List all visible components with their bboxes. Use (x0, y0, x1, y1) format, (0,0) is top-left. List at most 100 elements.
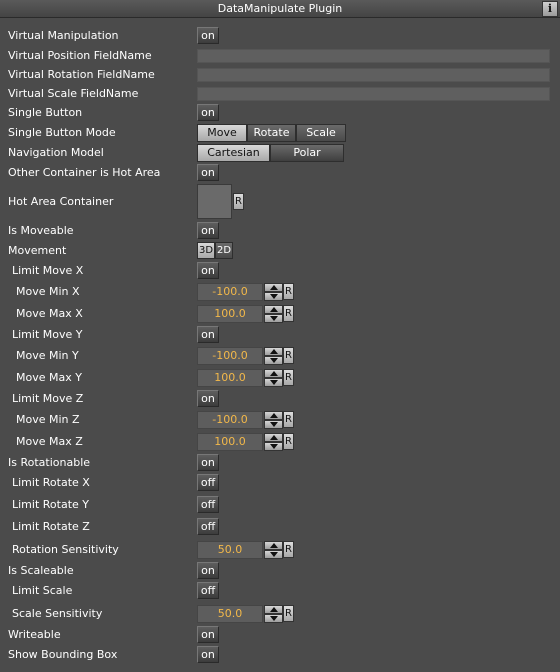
is-scaleable-toggle[interactable]: on (197, 562, 219, 579)
window-title: DataManipulate Plugin (217, 2, 343, 15)
writeable-label: Writeable (8, 628, 61, 641)
move-min-x-label: Move Min X (16, 285, 80, 298)
spin-down-icon[interactable] (264, 314, 283, 323)
mode-scale-button[interactable]: Scale (296, 124, 346, 142)
spin-down-icon[interactable] (264, 614, 283, 623)
movement-3d-button[interactable]: 3D (197, 242, 215, 259)
rotation-sensitivity-label: Rotation Sensitivity (12, 543, 119, 556)
limit-rotate-y-label: Limit Rotate Y (12, 498, 89, 511)
move-min-x-input[interactable]: -100.0 (197, 283, 263, 301)
spin-down-icon[interactable] (264, 442, 283, 451)
mode-rotate-button[interactable]: Rotate (247, 124, 296, 142)
single-button-toggle[interactable]: on (197, 104, 219, 121)
is-rotationable-label: Is Rotationable (8, 456, 91, 469)
show-bounding-box-toggle[interactable]: on (197, 646, 219, 663)
nav-polar-button[interactable]: Polar (270, 144, 344, 162)
is-moveable-toggle[interactable]: on (197, 222, 219, 239)
move-max-y-reset-button[interactable]: R (283, 369, 294, 386)
scale-sensitivity-reset-button[interactable]: R (283, 605, 294, 622)
spin-up-icon[interactable] (264, 605, 283, 614)
spin-up-icon[interactable] (264, 369, 283, 378)
single-button-label: Single Button (8, 106, 83, 119)
virtual-rotation-label: Virtual Rotation FieldName (8, 68, 155, 81)
hot-area-container-dropzone[interactable] (197, 184, 232, 219)
move-max-x-reset-button[interactable]: R (283, 305, 294, 322)
limit-scale-label: Limit Scale (12, 584, 73, 597)
move-min-y-reset-button[interactable]: R (283, 347, 294, 364)
limit-move-y-toggle[interactable]: on (197, 326, 219, 343)
rotation-sensitivity-input[interactable]: 50.0 (197, 541, 263, 559)
movement-2d-button[interactable]: 2D (215, 242, 233, 259)
virtual-scale-field[interactable] (197, 87, 550, 101)
move-max-x-input[interactable]: 100.0 (197, 305, 263, 323)
virtual-rotation-field[interactable] (197, 68, 550, 82)
move-min-x-reset-button[interactable]: R (283, 283, 294, 300)
spin-up-icon[interactable] (264, 305, 283, 314)
move-max-z-reset-button[interactable]: R (283, 433, 294, 450)
navigation-model-label: Navigation Model (8, 146, 104, 159)
scale-sensitivity-input[interactable]: 50.0 (197, 605, 263, 623)
move-max-z-label: Move Max Z (16, 435, 83, 448)
spin-down-icon[interactable] (264, 356, 283, 365)
single-button-mode-label: Single Button Mode (8, 126, 116, 139)
is-rotationable-toggle[interactable]: on (197, 454, 219, 471)
nav-cartesian-button[interactable]: Cartesian (197, 144, 270, 162)
move-min-y-spinner[interactable] (264, 347, 283, 365)
move-max-x-label: Move Max X (16, 307, 83, 320)
spin-up-icon[interactable] (264, 541, 283, 550)
move-max-z-spinner[interactable] (264, 433, 283, 451)
is-moveable-label: Is Moveable (8, 224, 74, 237)
move-min-y-input[interactable]: -100.0 (197, 347, 263, 365)
limit-rotate-z-label: Limit Rotate Z (12, 520, 90, 533)
limit-rotate-x-toggle[interactable]: off (197, 474, 219, 491)
move-max-y-label: Move Max Y (16, 371, 82, 384)
spin-up-icon[interactable] (264, 411, 283, 420)
spin-up-icon[interactable] (264, 347, 283, 356)
move-max-x-spinner[interactable] (264, 305, 283, 323)
move-min-z-spinner[interactable] (264, 411, 283, 429)
spin-down-icon[interactable] (264, 378, 283, 387)
move-max-y-spinner[interactable] (264, 369, 283, 387)
move-min-z-input[interactable]: -100.0 (197, 411, 263, 429)
limit-move-y-label: Limit Move Y (12, 328, 83, 341)
spin-down-icon[interactable] (264, 420, 283, 429)
virtual-scale-label: Virtual Scale FieldName (8, 87, 139, 100)
rotation-sensitivity-spinner[interactable] (264, 541, 283, 559)
limit-move-x-toggle[interactable]: on (197, 262, 219, 279)
mode-move-button[interactable]: Move (197, 124, 247, 142)
move-min-z-label: Move Min Z (16, 413, 80, 426)
virtual-position-label: Virtual Position FieldName (8, 49, 152, 62)
spin-up-icon[interactable] (264, 433, 283, 442)
spin-up-icon[interactable] (264, 283, 283, 292)
limit-move-x-label: Limit Move X (12, 264, 84, 277)
virtual-manipulation-label: Virtual Manipulation (8, 29, 119, 42)
move-max-y-input[interactable]: 100.0 (197, 369, 263, 387)
limit-move-z-toggle[interactable]: on (197, 390, 219, 407)
window-title-bar: DataManipulate Plugin i (0, 0, 560, 18)
hot-area-container-label: Hot Area Container (8, 195, 114, 208)
virtual-position-field[interactable] (197, 49, 550, 63)
is-scaleable-label: Is Scaleable (8, 564, 74, 577)
limit-rotate-x-label: Limit Rotate X (12, 476, 90, 489)
spin-down-icon[interactable] (264, 292, 283, 301)
move-max-z-input[interactable]: 100.0 (197, 433, 263, 451)
info-button[interactable]: i (542, 1, 558, 17)
other-container-hot-label: Other Container is Hot Area (8, 166, 161, 179)
limit-rotate-z-toggle[interactable]: off (197, 518, 219, 535)
hot-area-reset-button[interactable]: R (233, 193, 244, 210)
move-min-x-spinner[interactable] (264, 283, 283, 301)
scale-sensitivity-label: Scale Sensitivity (12, 607, 103, 620)
spin-down-icon[interactable] (264, 550, 283, 559)
show-bounding-box-label: Show Bounding Box (8, 648, 118, 661)
writeable-toggle[interactable]: on (197, 626, 219, 643)
scale-sensitivity-spinner[interactable] (264, 605, 283, 623)
movement-label: Movement (8, 244, 67, 257)
move-min-z-reset-button[interactable]: R (283, 411, 294, 428)
limit-rotate-y-toggle[interactable]: off (197, 496, 219, 513)
limit-scale-toggle[interactable]: off (197, 582, 219, 599)
limit-move-z-label: Limit Move Z (12, 392, 84, 405)
rotation-sensitivity-reset-button[interactable]: R (283, 541, 294, 558)
other-container-hot-toggle[interactable]: on (197, 164, 219, 181)
move-min-y-label: Move Min Y (16, 349, 79, 362)
virtual-manipulation-toggle[interactable]: on (197, 27, 219, 44)
